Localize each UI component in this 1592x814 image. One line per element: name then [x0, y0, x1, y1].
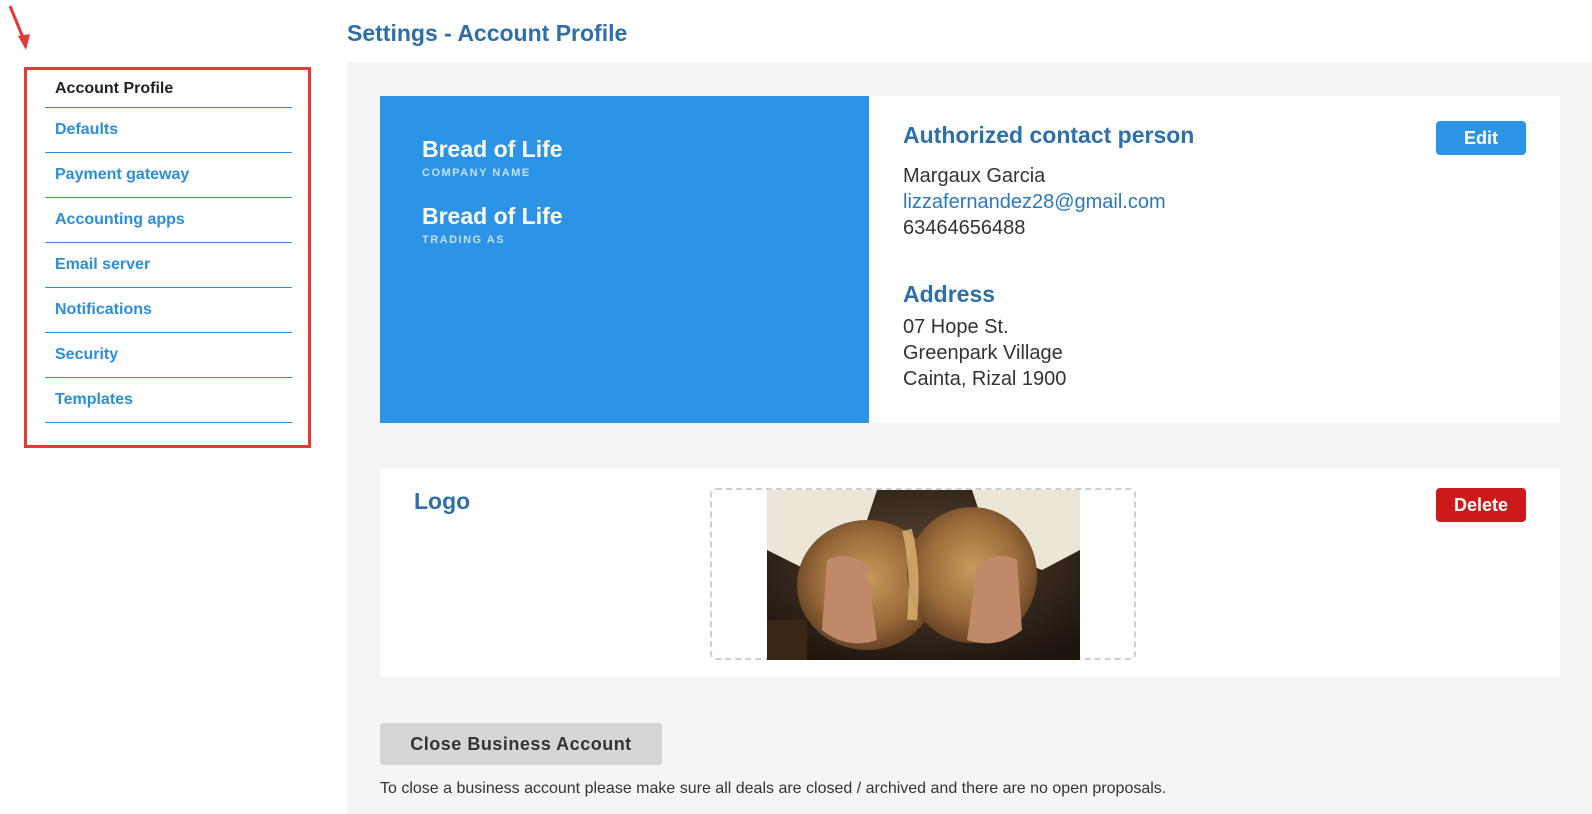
logo-dropzone[interactable] — [710, 488, 1136, 660]
close-business-account-button[interactable]: Close Business Account — [380, 723, 662, 765]
trading-as-caption: TRADING AS — [422, 234, 506, 246]
page-title: Settings - Account Profile — [347, 20, 628, 46]
annotation-arrow-icon — [8, 5, 30, 50]
close-account-note: To close a business account please make … — [380, 780, 1167, 797]
contact-name: Margaux Garcia — [903, 165, 1046, 187]
contact-block: Authorized contact person Margaux Garcia… — [903, 122, 1543, 392]
contact-details: Margaux Garcia lizzafernandez28@gmail.co… — [903, 163, 1543, 241]
settings-sidebar: Account Profile Defaults Payment gateway… — [24, 67, 311, 448]
company-block: Bread of Life COMPANY NAME Bread of Life… — [380, 96, 869, 423]
logo-card: Logo Delete — [380, 468, 1560, 677]
delete-logo-button[interactable]: Delete — [1436, 488, 1526, 522]
sidebar-list: Account Profile Defaults Payment gateway… — [45, 70, 292, 423]
sidebar-item-templates[interactable]: Templates — [45, 378, 292, 423]
address-line-3: Cainta, Rizal 1900 — [903, 368, 1067, 390]
sidebar-item-notifications[interactable]: Notifications — [45, 288, 292, 333]
sidebar-item-security[interactable]: Security — [45, 333, 292, 378]
logo-image — [767, 490, 1080, 660]
logo-heading: Logo — [414, 488, 471, 514]
main-panel: Bread of Life COMPANY NAME Bread of Life… — [347, 62, 1592, 814]
address-line-1: 07 Hope St. — [903, 316, 1009, 338]
profile-card: Bread of Life COMPANY NAME Bread of Life… — [380, 96, 1560, 423]
bread-photo-icon — [767, 490, 1080, 660]
address-line-2: Greenpark Village — [903, 342, 1063, 364]
contact-phone: 63464656488 — [903, 217, 1026, 239]
contact-email-link[interactable]: lizzafernandez28@gmail.com — [903, 189, 1543, 215]
edit-button[interactable]: Edit — [1436, 121, 1526, 155]
sidebar-item-accounting-apps[interactable]: Accounting apps — [45, 198, 292, 243]
company-name: Bread of Life — [422, 136, 563, 162]
address-heading: Address — [903, 281, 996, 307]
trading-as-name: Bread of Life — [422, 203, 563, 229]
sidebar-item-account-profile[interactable]: Account Profile — [45, 70, 292, 108]
sidebar-item-payment-gateway[interactable]: Payment gateway — [45, 153, 292, 198]
company-name-caption: COMPANY NAME — [422, 167, 531, 179]
address-details: 07 Hope St. Greenpark Village Cainta, Ri… — [903, 314, 1543, 392]
sidebar-item-email-server[interactable]: Email server — [45, 243, 292, 288]
sidebar-item-defaults[interactable]: Defaults — [45, 108, 292, 153]
